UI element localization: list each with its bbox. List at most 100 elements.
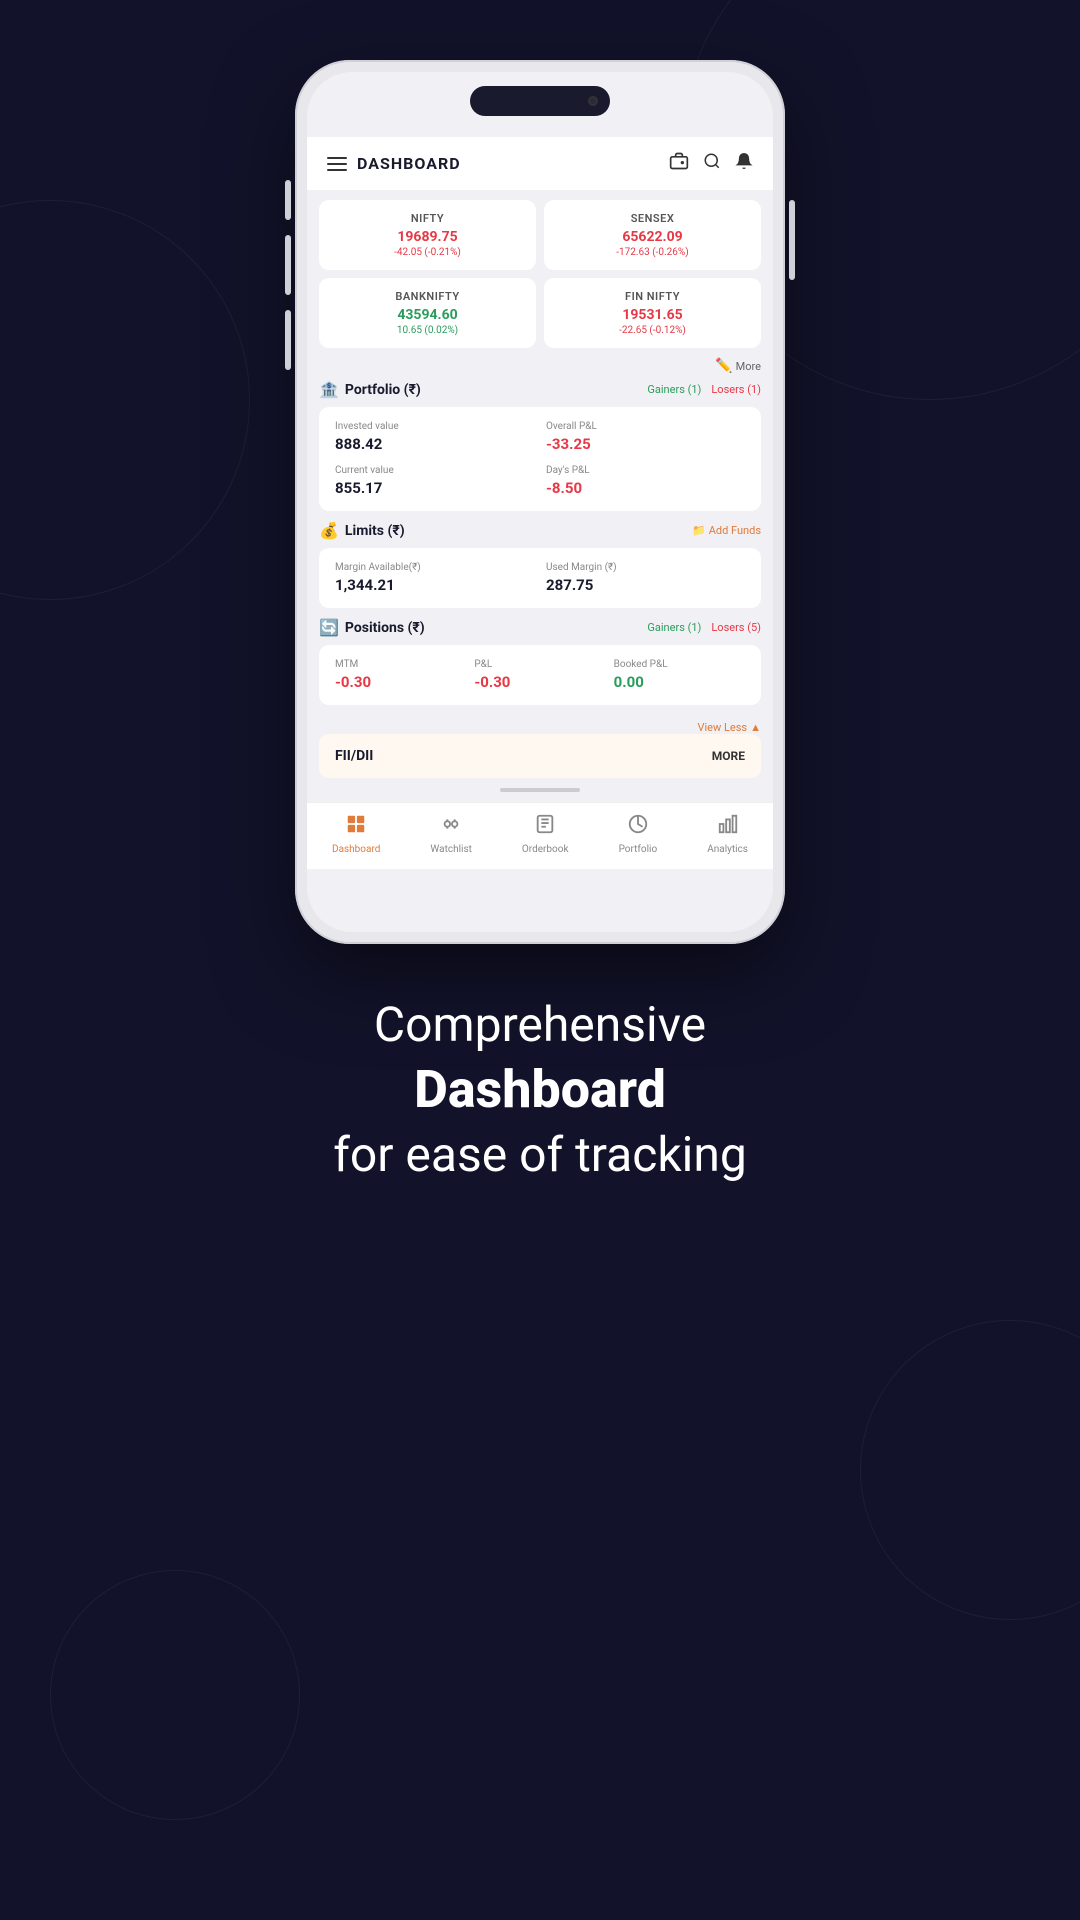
mtm-item: MTM -0.30 (335, 659, 466, 691)
portfolio-title: 🏦 Portfolio (₹) (319, 380, 421, 399)
portfolio-links: Gainers (1) Losers (1) (647, 383, 761, 396)
volume-up-button (285, 235, 291, 295)
invested-value: 888.42 (335, 435, 534, 453)
positions-header: 🔄 Positions (₹) Gainers (1) Losers (5) (319, 618, 761, 637)
booked-pl-label: Booked P&L (614, 659, 745, 670)
invested-value-item: Invested value 888.42 (335, 421, 534, 453)
phone-notch (470, 86, 610, 116)
marketing-line2: Dashboard (333, 1056, 747, 1124)
portfolio-section: 🏦 Portfolio (₹) Gainers (1) Losers (1) I… (307, 380, 773, 521)
portfolio-nav-icon (627, 813, 649, 840)
days-pl-value: -8.50 (546, 479, 745, 497)
nifty-change: -42.05 (-0.21%) (333, 247, 522, 258)
more-button[interactable]: ✏️ More (715, 358, 761, 374)
invested-value-label: Invested value (335, 421, 534, 432)
positions-row: MTM -0.30 P&L -0.30 Booked P&L 0.00 (335, 659, 745, 691)
positions-card: MTM -0.30 P&L -0.30 Booked P&L 0.00 (319, 645, 761, 705)
nav-watchlist[interactable]: Watchlist (430, 813, 471, 855)
bg-decoration-2 (0, 200, 250, 600)
nav-orderbook[interactable]: Orderbook (522, 813, 569, 855)
used-margin-value: 287.75 (546, 576, 745, 594)
app-header: DASHBOARD (307, 137, 773, 190)
sensex-change: -172.63 (-0.26%) (558, 247, 747, 258)
search-icon[interactable] (703, 152, 721, 175)
dashboard-nav-label: Dashboard (332, 844, 380, 855)
overall-pl-item: Overall P&L -33.25 (546, 421, 745, 453)
folder-icon: 📁 (692, 524, 706, 537)
positions-section: 🔄 Positions (₹) Gainers (1) Losers (5) M… (307, 618, 773, 715)
fii-more-button[interactable]: MORE (712, 749, 745, 763)
finnifty-label: FIN NIFTY (558, 290, 747, 303)
used-margin-label: Used Margin (₹) (546, 562, 745, 573)
watchlist-nav-label: Watchlist (430, 844, 471, 855)
mute-button (285, 180, 291, 220)
scroll-bar (500, 788, 580, 792)
menu-button[interactable] (327, 157, 347, 171)
positions-losers[interactable]: Losers (5) (711, 621, 761, 634)
current-value-item: Current value 855.17 (335, 465, 534, 497)
banknifty-card[interactable]: BANKNIFTY 43594.60 10.65 (0.02%) (319, 278, 536, 348)
limits-title: 💰 Limits (₹) (319, 521, 405, 540)
marketing-line3: for ease of tracking (333, 1124, 747, 1186)
mtm-value: -0.30 (335, 673, 466, 691)
limits-title-text: Limits (₹) (345, 523, 405, 539)
fii-dii-title: FII/DII (335, 748, 373, 764)
power-button (789, 200, 795, 280)
nav-portfolio[interactable]: Portfolio (619, 813, 658, 855)
nifty-card[interactable]: NIFTY 19689.75 -42.05 (-0.21%) (319, 200, 536, 270)
more-label: More (736, 360, 761, 373)
booked-pl-item: Booked P&L 0.00 (614, 659, 745, 691)
portfolio-title-text: Portfolio (₹) (345, 382, 421, 398)
overall-pl-label: Overall P&L (546, 421, 745, 432)
add-funds-label: Add Funds (709, 524, 761, 537)
days-pl-item: Day's P&L -8.50 (546, 465, 745, 497)
bg-decoration-4 (50, 1570, 300, 1820)
booked-pl-value: 0.00 (614, 673, 745, 691)
pl-value: -0.30 (474, 673, 605, 691)
marketing-line1: Comprehensive (333, 994, 747, 1056)
analytics-icon (717, 813, 739, 840)
screen-content: DASHBOARD (307, 72, 773, 932)
portfolio-losers[interactable]: Losers (1) (711, 383, 761, 396)
nav-dashboard[interactable]: Dashboard (332, 813, 380, 855)
volume-down-button (285, 310, 291, 370)
portfolio-row-2: Current value 855.17 Day's P&L -8.50 (335, 465, 745, 497)
limits-row: Margin Available(₹) 1,344.21 Used Margin… (335, 562, 745, 594)
positions-gainers[interactable]: Gainers (1) (647, 621, 701, 634)
finnifty-card[interactable]: FIN NIFTY 19531.65 -22.65 (-0.12%) (544, 278, 761, 348)
sensex-price: 65622.09 (558, 229, 747, 245)
sensex-label: SENSEX (558, 212, 747, 225)
marketing-section: Comprehensive Dashboard for ease of trac… (273, 994, 807, 1186)
analytics-nav-label: Analytics (707, 844, 748, 855)
bell-icon[interactable] (735, 152, 753, 175)
used-margin-item: Used Margin (₹) 287.75 (546, 562, 745, 594)
header-icons (669, 151, 753, 176)
mtm-label: MTM (335, 659, 466, 670)
view-less-button[interactable]: View Less ▲ (697, 721, 761, 734)
dashboard-icon (345, 813, 367, 840)
limits-icon: 💰 (319, 521, 339, 540)
wallet-icon[interactable] (669, 151, 689, 176)
current-value: 855.17 (335, 479, 534, 497)
bg-decoration-3 (860, 1320, 1080, 1620)
margin-available-label: Margin Available(₹) (335, 562, 534, 573)
bottom-navigation: Dashboard Watchlist (307, 802, 773, 869)
days-pl-label: Day's P&L (546, 465, 745, 476)
banknifty-price: 43594.60 (333, 307, 522, 323)
portfolio-gainers[interactable]: Gainers (1) (647, 383, 701, 396)
chevron-up-icon: ▲ (750, 721, 761, 734)
limits-section: 💰 Limits (₹) 📁 Add Funds Margin Availabl… (307, 521, 773, 618)
portfolio-nav-label: Portfolio (619, 844, 658, 855)
overall-pl-value: -33.25 (546, 435, 745, 453)
finnifty-price: 19531.65 (558, 307, 747, 323)
sensex-card[interactable]: SENSEX 65622.09 -172.63 (-0.26%) (544, 200, 761, 270)
front-camera (588, 96, 598, 106)
limits-header: 💰 Limits (₹) 📁 Add Funds (319, 521, 761, 540)
banknifty-label: BANKNIFTY (333, 290, 522, 303)
pl-label: P&L (474, 659, 605, 670)
phone-frame: DASHBOARD (295, 60, 785, 944)
add-funds-button[interactable]: 📁 Add Funds (692, 524, 761, 537)
page-title: DASHBOARD (357, 154, 461, 173)
portfolio-row-1: Invested value 888.42 Overall P&L -33.25 (335, 421, 745, 453)
nav-analytics[interactable]: Analytics (707, 813, 748, 855)
